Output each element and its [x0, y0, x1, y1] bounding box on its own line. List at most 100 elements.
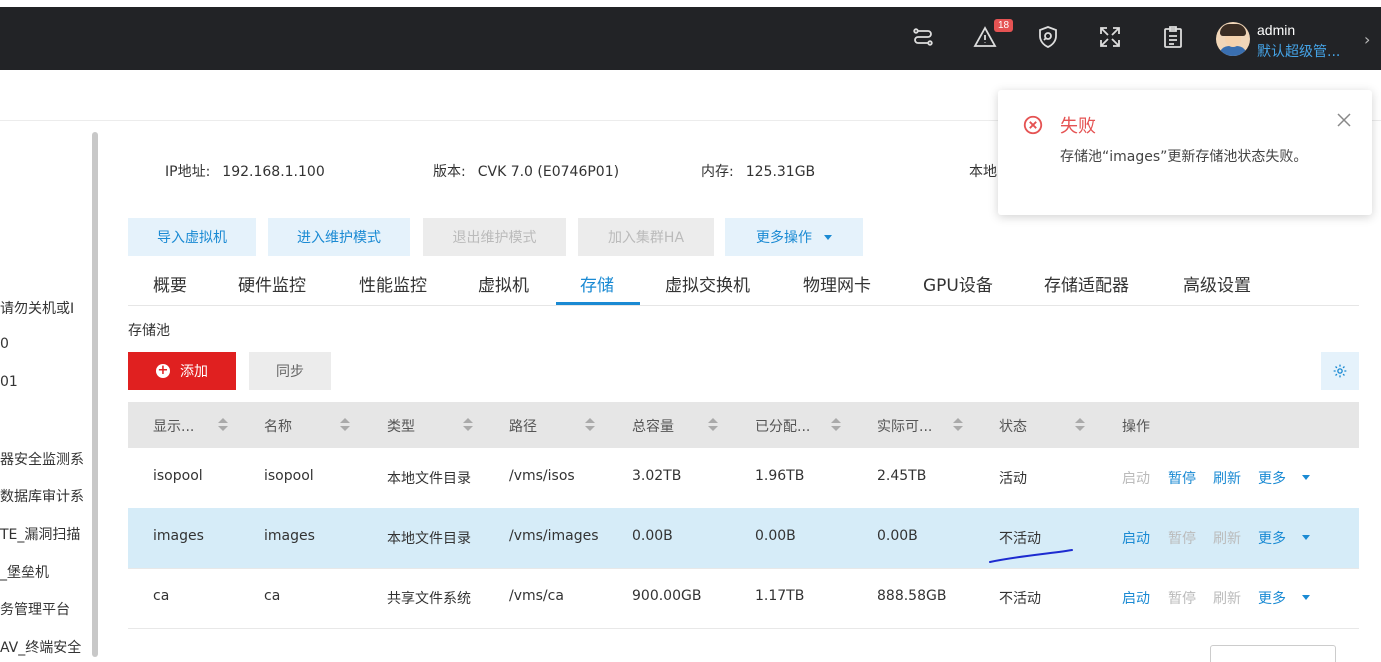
sidebar-item[interactable]: 请勿关机或Ⅰ	[0, 298, 90, 318]
version-info: 版本: CVK 7.0 (E0746P01)	[433, 161, 619, 181]
more-ops-button[interactable]: 更多操作	[725, 218, 863, 256]
sort-icon[interactable]	[708, 418, 718, 432]
tab-hardware-monitor[interactable]: 硬件监控	[238, 271, 306, 296]
pause-link[interactable]: 暂停	[1168, 468, 1196, 488]
pause-link[interactable]: 暂停	[1168, 528, 1196, 548]
tab-physical-nic[interactable]: 物理网卡	[803, 271, 871, 296]
close-icon[interactable]	[1336, 112, 1352, 128]
user-name[interactable]: admin	[1257, 22, 1295, 38]
section-label: 存储池	[128, 323, 170, 339]
sort-icon[interactable]	[463, 418, 473, 432]
chevron-right-icon[interactable]: ›	[1364, 30, 1370, 49]
cell-status: 不活动	[999, 591, 1041, 607]
add-label: 添加	[180, 364, 208, 380]
sort-icon[interactable]	[340, 418, 350, 432]
sync-button[interactable]: 同步	[249, 352, 331, 390]
cell-path: /vms/images	[509, 528, 599, 544]
column-header[interactable]: 已分配...	[755, 416, 810, 436]
sort-icon[interactable]	[831, 418, 841, 432]
caret-down-icon[interactable]	[1302, 535, 1310, 540]
column-header: 操作	[1122, 419, 1150, 435]
column-header[interactable]: 类型	[387, 416, 415, 436]
ip-label: IP地址:	[165, 164, 211, 180]
handwritten-underline	[989, 549, 1073, 563]
sort-icon[interactable]	[953, 418, 963, 432]
user-role[interactable]: 默认超级管...	[1257, 41, 1340, 61]
tab-overview[interactable]: 概要	[153, 271, 187, 296]
sidebar-item[interactable]: 数据库审计系	[0, 486, 90, 506]
table-row[interactable]: isopool isopool 本地文件目录 /vms/isos 3.02TB …	[128, 448, 1359, 509]
sort-icon[interactable]	[218, 418, 228, 432]
tab-vswitch[interactable]: 虚拟交换机	[665, 271, 750, 296]
join-cluster-ha-button[interactable]: 加入集群HA	[578, 218, 714, 256]
refresh-link[interactable]: 刷新	[1213, 588, 1241, 608]
table-row[interactable]: images images 本地文件目录 /vms/images 0.00B 0…	[128, 508, 1359, 569]
column-header[interactable]: 实际可...	[877, 416, 932, 436]
top-bar-edge	[0, 0, 1381, 7]
cell-allocated: 1.96TB	[755, 468, 805, 484]
refresh-link[interactable]: 刷新	[1213, 528, 1241, 548]
start-link[interactable]: 启动	[1122, 468, 1150, 488]
clipboard-icon[interactable]	[1160, 24, 1186, 50]
gear-icon	[1333, 364, 1347, 378]
tab-gpu[interactable]: GPU设备	[923, 271, 993, 296]
caret-down-icon	[824, 234, 832, 240]
table-header: 显示... 名称 类型 路径 总容量 已分配... 实际可... 状态 操作	[128, 402, 1359, 448]
sidebar-item[interactable]: AV_终端安全	[0, 637, 90, 657]
column-header[interactable]: 路径	[509, 416, 537, 436]
page-size-select[interactable]	[1210, 645, 1336, 662]
column-header[interactable]: 显示...	[153, 416, 194, 436]
sidebar-item[interactable]: 01	[0, 374, 90, 390]
caret-down-icon[interactable]	[1302, 595, 1310, 600]
tab-vms[interactable]: 虚拟机	[478, 271, 529, 296]
cell-total: 0.00B	[632, 528, 673, 544]
more-link[interactable]: 更多	[1258, 528, 1286, 548]
cell-allocated: 0.00B	[755, 528, 796, 544]
toast-title: 失败	[1060, 116, 1096, 137]
shield-search-icon[interactable]	[1035, 24, 1061, 50]
column-header[interactable]: 状态	[999, 416, 1027, 436]
table-row[interactable]: ca ca 共享文件系统 /vms/ca 900.00GB 1.17TB 888…	[128, 568, 1359, 629]
memory-value: 125.31GB	[745, 164, 816, 180]
ip-info: IP地址: 192.168.1.100	[165, 161, 325, 181]
column-header[interactable]: 名称	[264, 416, 292, 436]
cell-allocated: 1.17TB	[755, 588, 805, 604]
more-link[interactable]: 更多	[1258, 468, 1286, 488]
sidebar-item[interactable]: 务管理平台	[0, 599, 90, 619]
tab-storage[interactable]: 存储	[580, 271, 614, 296]
sort-icon[interactable]	[585, 418, 595, 432]
settings-button[interactable]	[1321, 352, 1359, 390]
toast-message: 存储池“images”更新存储池状态失败。	[1060, 149, 1308, 165]
sidebar-item[interactable]: 器安全监测系	[0, 449, 90, 469]
tab-performance-monitor[interactable]: 性能监控	[359, 271, 427, 296]
ip-value: 192.168.1.100	[222, 164, 325, 180]
alert-count-badge: 18	[994, 19, 1014, 32]
sidebar-item[interactable]: _堡垒机	[0, 562, 90, 582]
enter-maintenance-button[interactable]: 进入维护模式	[268, 218, 410, 256]
add-button[interactable]: + 添加	[128, 352, 236, 390]
tab-advanced[interactable]: 高级设置	[1183, 271, 1251, 296]
version-label: 版本:	[433, 164, 466, 180]
refresh-link[interactable]: 刷新	[1213, 468, 1241, 488]
cell-path: /vms/ca	[509, 588, 564, 604]
import-vm-button[interactable]: 导入虚拟机	[128, 218, 256, 256]
more-link[interactable]: 更多	[1258, 588, 1286, 608]
route-icon[interactable]	[910, 24, 936, 50]
start-link[interactable]: 启动	[1122, 588, 1150, 608]
cell-available: 0.00B	[877, 528, 918, 544]
pause-link[interactable]: 暂停	[1168, 588, 1196, 608]
sidebar-scrollbar[interactable]	[92, 132, 98, 657]
tab-storage-adapter[interactable]: 存储适配器	[1044, 271, 1129, 296]
tab-divider	[128, 305, 1359, 306]
exit-maintenance-button[interactable]: 退出维护模式	[423, 218, 566, 256]
sort-icon[interactable]	[1075, 418, 1085, 432]
start-link[interactable]: 启动	[1122, 528, 1150, 548]
cell-name: isopool	[264, 468, 314, 484]
cell-name: ca	[264, 588, 281, 604]
sidebar-item[interactable]: 0	[0, 336, 90, 352]
avatar[interactable]	[1216, 22, 1250, 56]
fullscreen-icon[interactable]	[1097, 24, 1123, 50]
sidebar-item[interactable]: TE_漏洞扫描	[0, 524, 90, 544]
caret-down-icon[interactable]	[1302, 475, 1310, 480]
column-header[interactable]: 总容量	[632, 416, 674, 436]
